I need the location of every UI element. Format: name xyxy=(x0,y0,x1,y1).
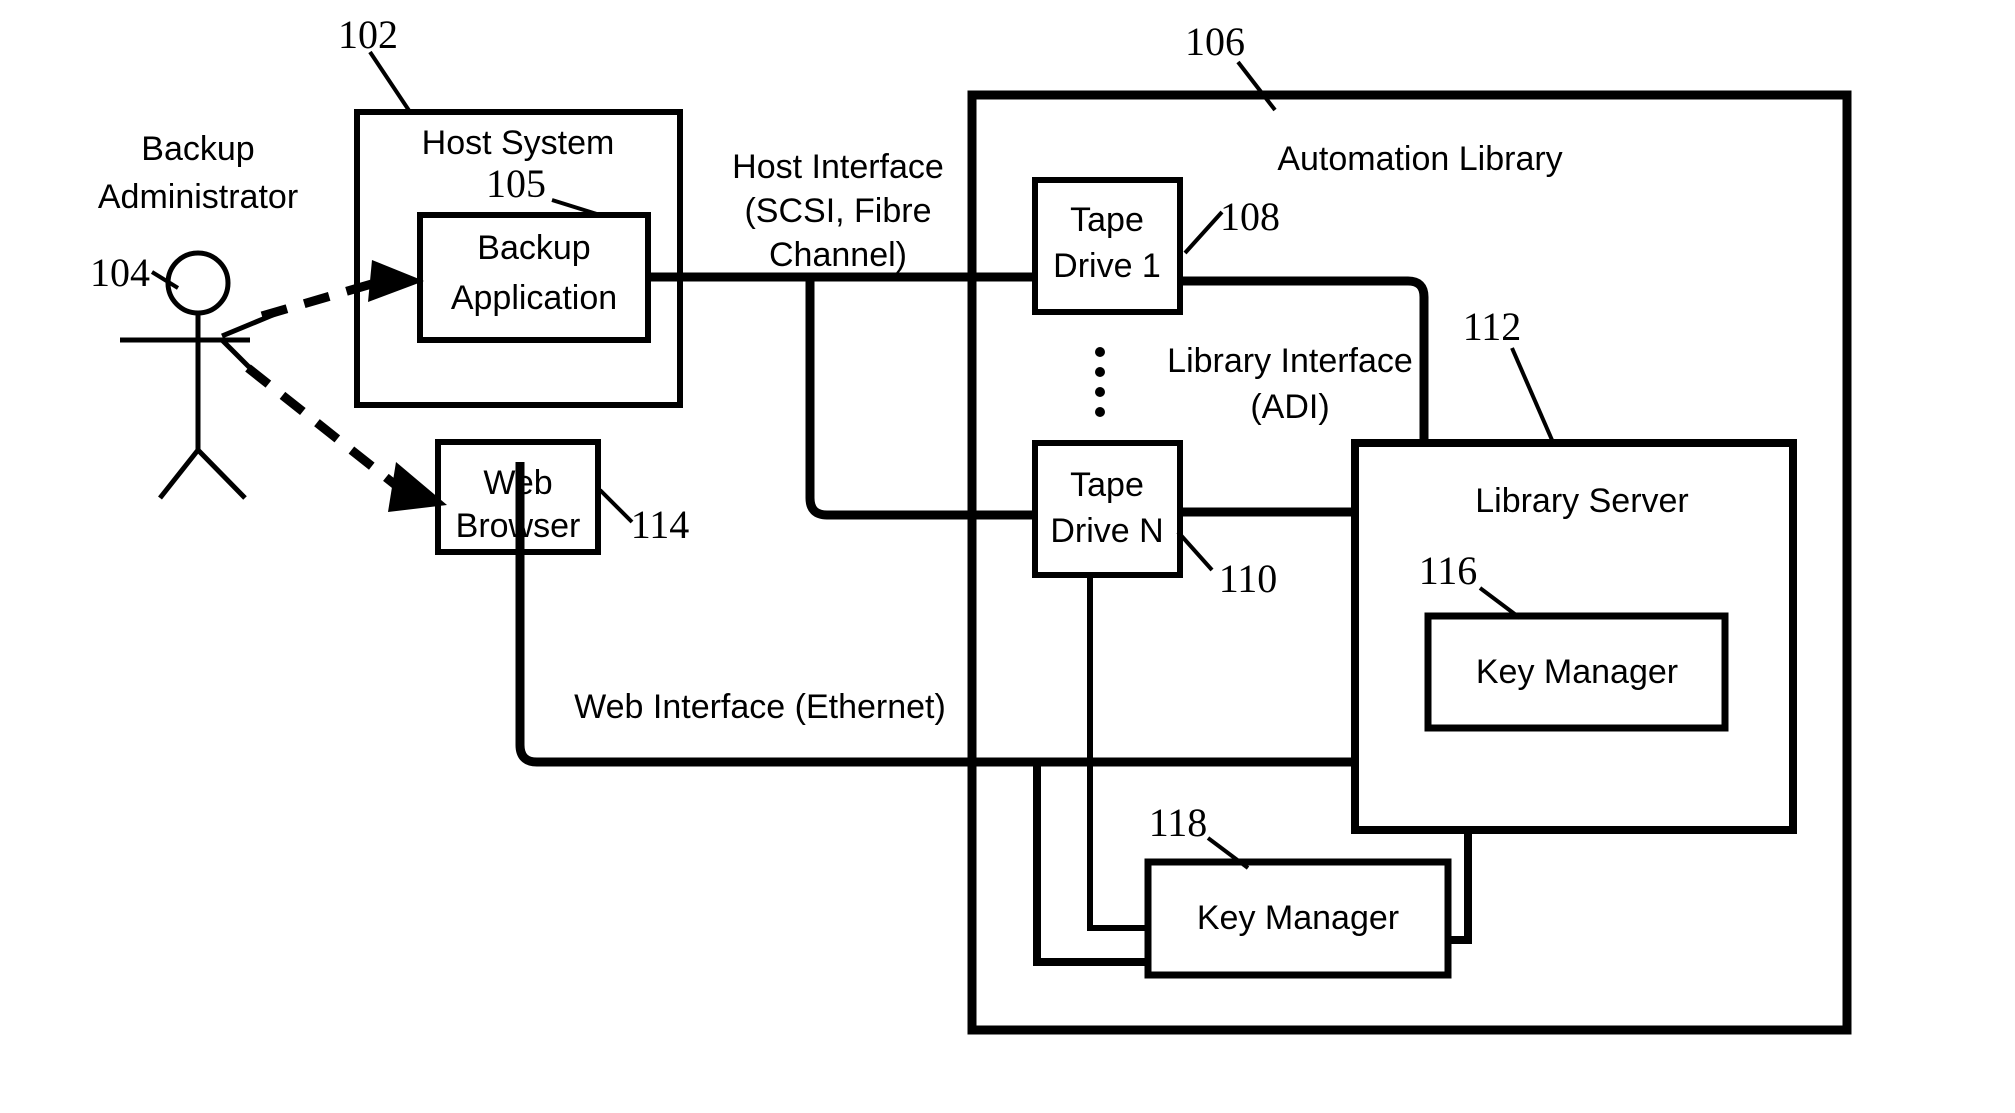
host-interface-bus xyxy=(648,272,1035,520)
ref-108: 108 xyxy=(1220,194,1280,239)
tape-drive-1-label-line2: Drive 1 xyxy=(1053,247,1161,285)
actor-head xyxy=(165,250,231,316)
arrowhead-backup-application xyxy=(368,260,424,302)
ref-110-leader xyxy=(1176,530,1214,572)
tape-drive-n-box xyxy=(1032,440,1183,578)
ref-114-leader xyxy=(598,488,634,524)
host-interface-line1: Host Interface xyxy=(732,148,944,186)
actor-leg-left xyxy=(158,448,200,500)
web-interface-label-group: Web Interface (Ethernet) xyxy=(574,688,946,726)
automation-library-label: Automation Library xyxy=(1277,140,1562,178)
ref-112-leader xyxy=(1510,347,1554,441)
ref-110: 110 xyxy=(1219,556,1278,601)
ref-105: 105 xyxy=(486,161,546,206)
web-interface-line1: Web Interface (Ethernet) xyxy=(574,688,946,726)
host-interface-line2: (SCSI, Fibre xyxy=(744,192,931,230)
tape-drive-n-label-line2: Drive N xyxy=(1050,512,1163,550)
library-server-label: Library Server xyxy=(1475,482,1689,520)
key-manager-library-label: Key Manager xyxy=(1197,899,1399,937)
tape-drive-1-label-line1: Tape xyxy=(1070,201,1144,239)
ref-112: 112 xyxy=(1463,304,1522,349)
backup-administrator-label-line2: Administrator xyxy=(98,178,298,216)
key-manager-server-label: Key Manager xyxy=(1476,653,1678,691)
web-browser-label-line1: Web xyxy=(483,464,552,502)
ref-106-leader xyxy=(1236,60,1277,112)
diagram-svg: Automation Library 106 Host System 102 B… xyxy=(90,12,1852,1035)
backup-administrator-label-line1: Backup xyxy=(141,130,254,168)
backup-application-label-line2: Application xyxy=(451,279,617,317)
host-interface-label-group: Host Interface (SCSI, Fibre Channel) xyxy=(732,148,944,274)
actor-leg-right xyxy=(196,448,247,500)
ref-108-leader xyxy=(1183,210,1224,255)
admin-to-web-browser-arrow xyxy=(245,364,447,512)
ref-118: 118 xyxy=(1149,800,1208,845)
ref-102: 102 xyxy=(338,12,398,57)
ref-104-leader xyxy=(150,270,180,290)
tape-drive-ellipsis xyxy=(1095,347,1105,417)
ref-102-leader xyxy=(368,50,412,114)
admin-to-backup-application-arrow xyxy=(260,260,424,321)
library-interface-line2: (ADI) xyxy=(1250,388,1329,426)
host-system-label: Host System xyxy=(422,124,615,162)
ref-114: 114 xyxy=(631,502,690,547)
library-interface-line1: Library Interface xyxy=(1167,342,1413,380)
tape-drive-n-label-line1: Tape xyxy=(1070,466,1144,504)
web-browser-label-line2: Browser xyxy=(456,507,581,545)
host-interface-line3: Channel) xyxy=(769,236,907,274)
library-interface-label-group: Library Interface (ADI) xyxy=(1167,342,1413,426)
backup-application-label-line1: Backup xyxy=(477,229,590,267)
ref-104: 104 xyxy=(90,250,150,295)
ref-106: 106 xyxy=(1185,19,1245,64)
patent-diagram-canvas: Automation Library 106 Host System 102 B… xyxy=(0,0,2015,1113)
ref-116: 116 xyxy=(1419,548,1478,593)
tape-drive-n-to-key-manager-link xyxy=(1087,575,1148,931)
